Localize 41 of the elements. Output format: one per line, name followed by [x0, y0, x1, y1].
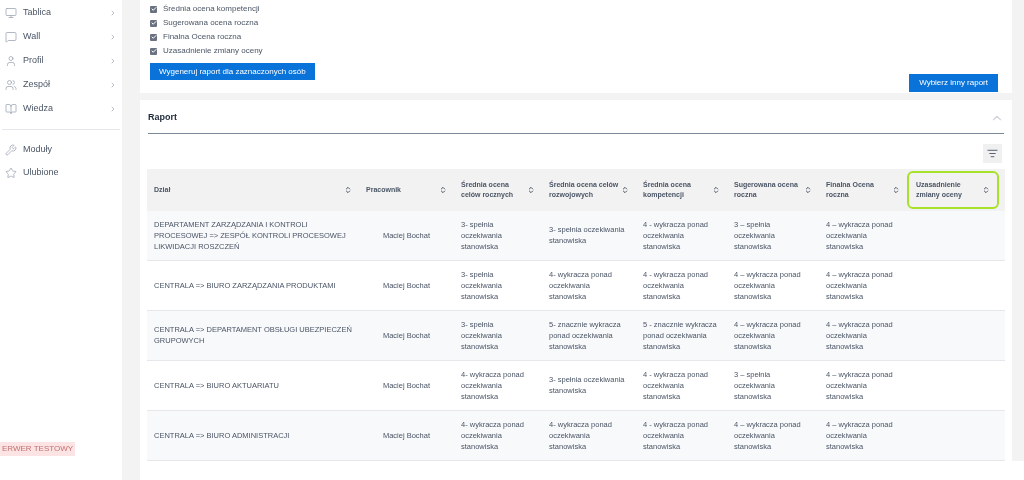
- sidebar-item[interactable]: Zespół: [0, 73, 122, 97]
- checkbox-label: Sugerowana ocena roczna: [163, 17, 259, 29]
- checkbox[interactable]: [150, 5, 157, 13]
- checkbox-label: Uzasadnienie zmiany oceny: [163, 45, 263, 57]
- sort-icon: [712, 185, 720, 194]
- checkbox[interactable]: [150, 47, 157, 55]
- chevron-right-icon: [109, 105, 117, 113]
- book-icon: [5, 103, 17, 115]
- checkbox[interactable]: [150, 33, 157, 41]
- checkbox-label: Średnia ocena kompetencji: [163, 3, 260, 15]
- filter-button[interactable]: [983, 143, 1002, 163]
- chevron-right-icon: [109, 9, 117, 17]
- sort-icon: [344, 185, 352, 194]
- wrench-icon: [5, 143, 17, 156]
- sidebar-item[interactable]: Moduły: [0, 138, 122, 161]
- sort-icon: [892, 185, 900, 194]
- sort-icon: [621, 185, 629, 194]
- generate-report-button[interactable]: Wygeneruj raport dla zaznaczonych osób: [150, 63, 315, 80]
- sidebar-item[interactable]: Profil: [0, 49, 122, 73]
- chevron-right-icon: [109, 57, 117, 65]
- sort-icon: [527, 185, 535, 194]
- monitor-icon: [5, 7, 17, 19]
- choose-report-button[interactable]: Wybierz inny raport: [909, 74, 998, 92]
- sidebar-item[interactable]: Wiedza: [0, 97, 122, 121]
- panel-title: Raport: [148, 111, 177, 125]
- sort-icon: [804, 185, 812, 194]
- sort-icon: [439, 185, 447, 194]
- sort-icon: [982, 185, 990, 194]
- sidebar-item[interactable]: Tablica: [0, 1, 122, 25]
- checkbox[interactable]: [150, 19, 157, 27]
- chat-icon: [5, 31, 17, 43]
- server-badge: ERWER TESTOWY: [0, 442, 76, 456]
- chevron-right-icon: [109, 33, 117, 41]
- filter-icon: [987, 147, 998, 159]
- checkbox-label: Finalna Ocena roczna: [163, 31, 242, 43]
- users-icon: [5, 79, 17, 91]
- sidebar-item[interactable]: Wall: [0, 25, 122, 49]
- sidebar-item[interactable]: Ulubione: [0, 161, 122, 184]
- user-icon: [5, 55, 17, 67]
- star-icon: [5, 166, 17, 179]
- chevron-right-icon: [109, 81, 117, 89]
